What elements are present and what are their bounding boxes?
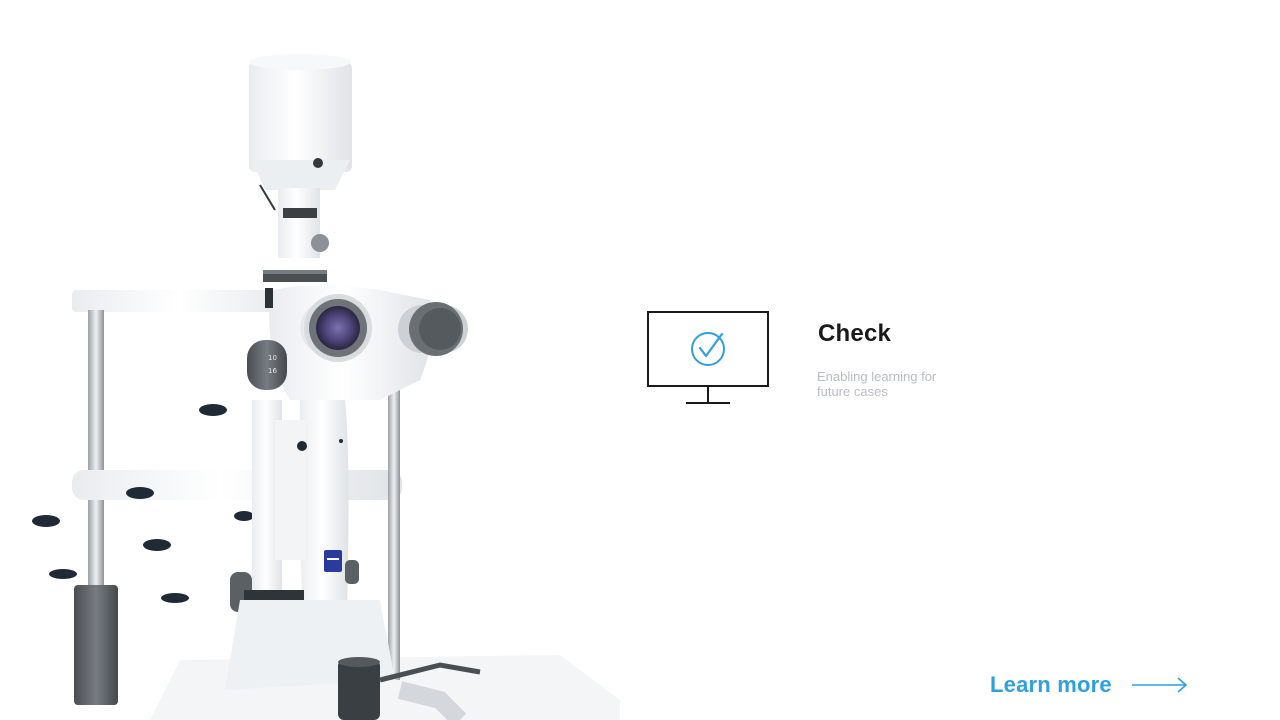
slide: 10 16 Check Enabling learning for future…	[0, 0, 1280, 720]
monitor-check-icon	[646, 310, 772, 408]
slit-lamp-product-image: 10 16	[0, 0, 620, 720]
svg-text:10: 10	[268, 354, 277, 362]
feature-title: Check	[818, 320, 892, 347]
learn-more-link[interactable]: Learn more	[990, 672, 1190, 698]
arrow-right-icon	[1130, 675, 1190, 695]
learn-more-label: Learn more	[990, 672, 1112, 697]
feature-description: Enabling learning for future cases	[817, 369, 937, 399]
svg-text:16: 16	[268, 367, 277, 375]
